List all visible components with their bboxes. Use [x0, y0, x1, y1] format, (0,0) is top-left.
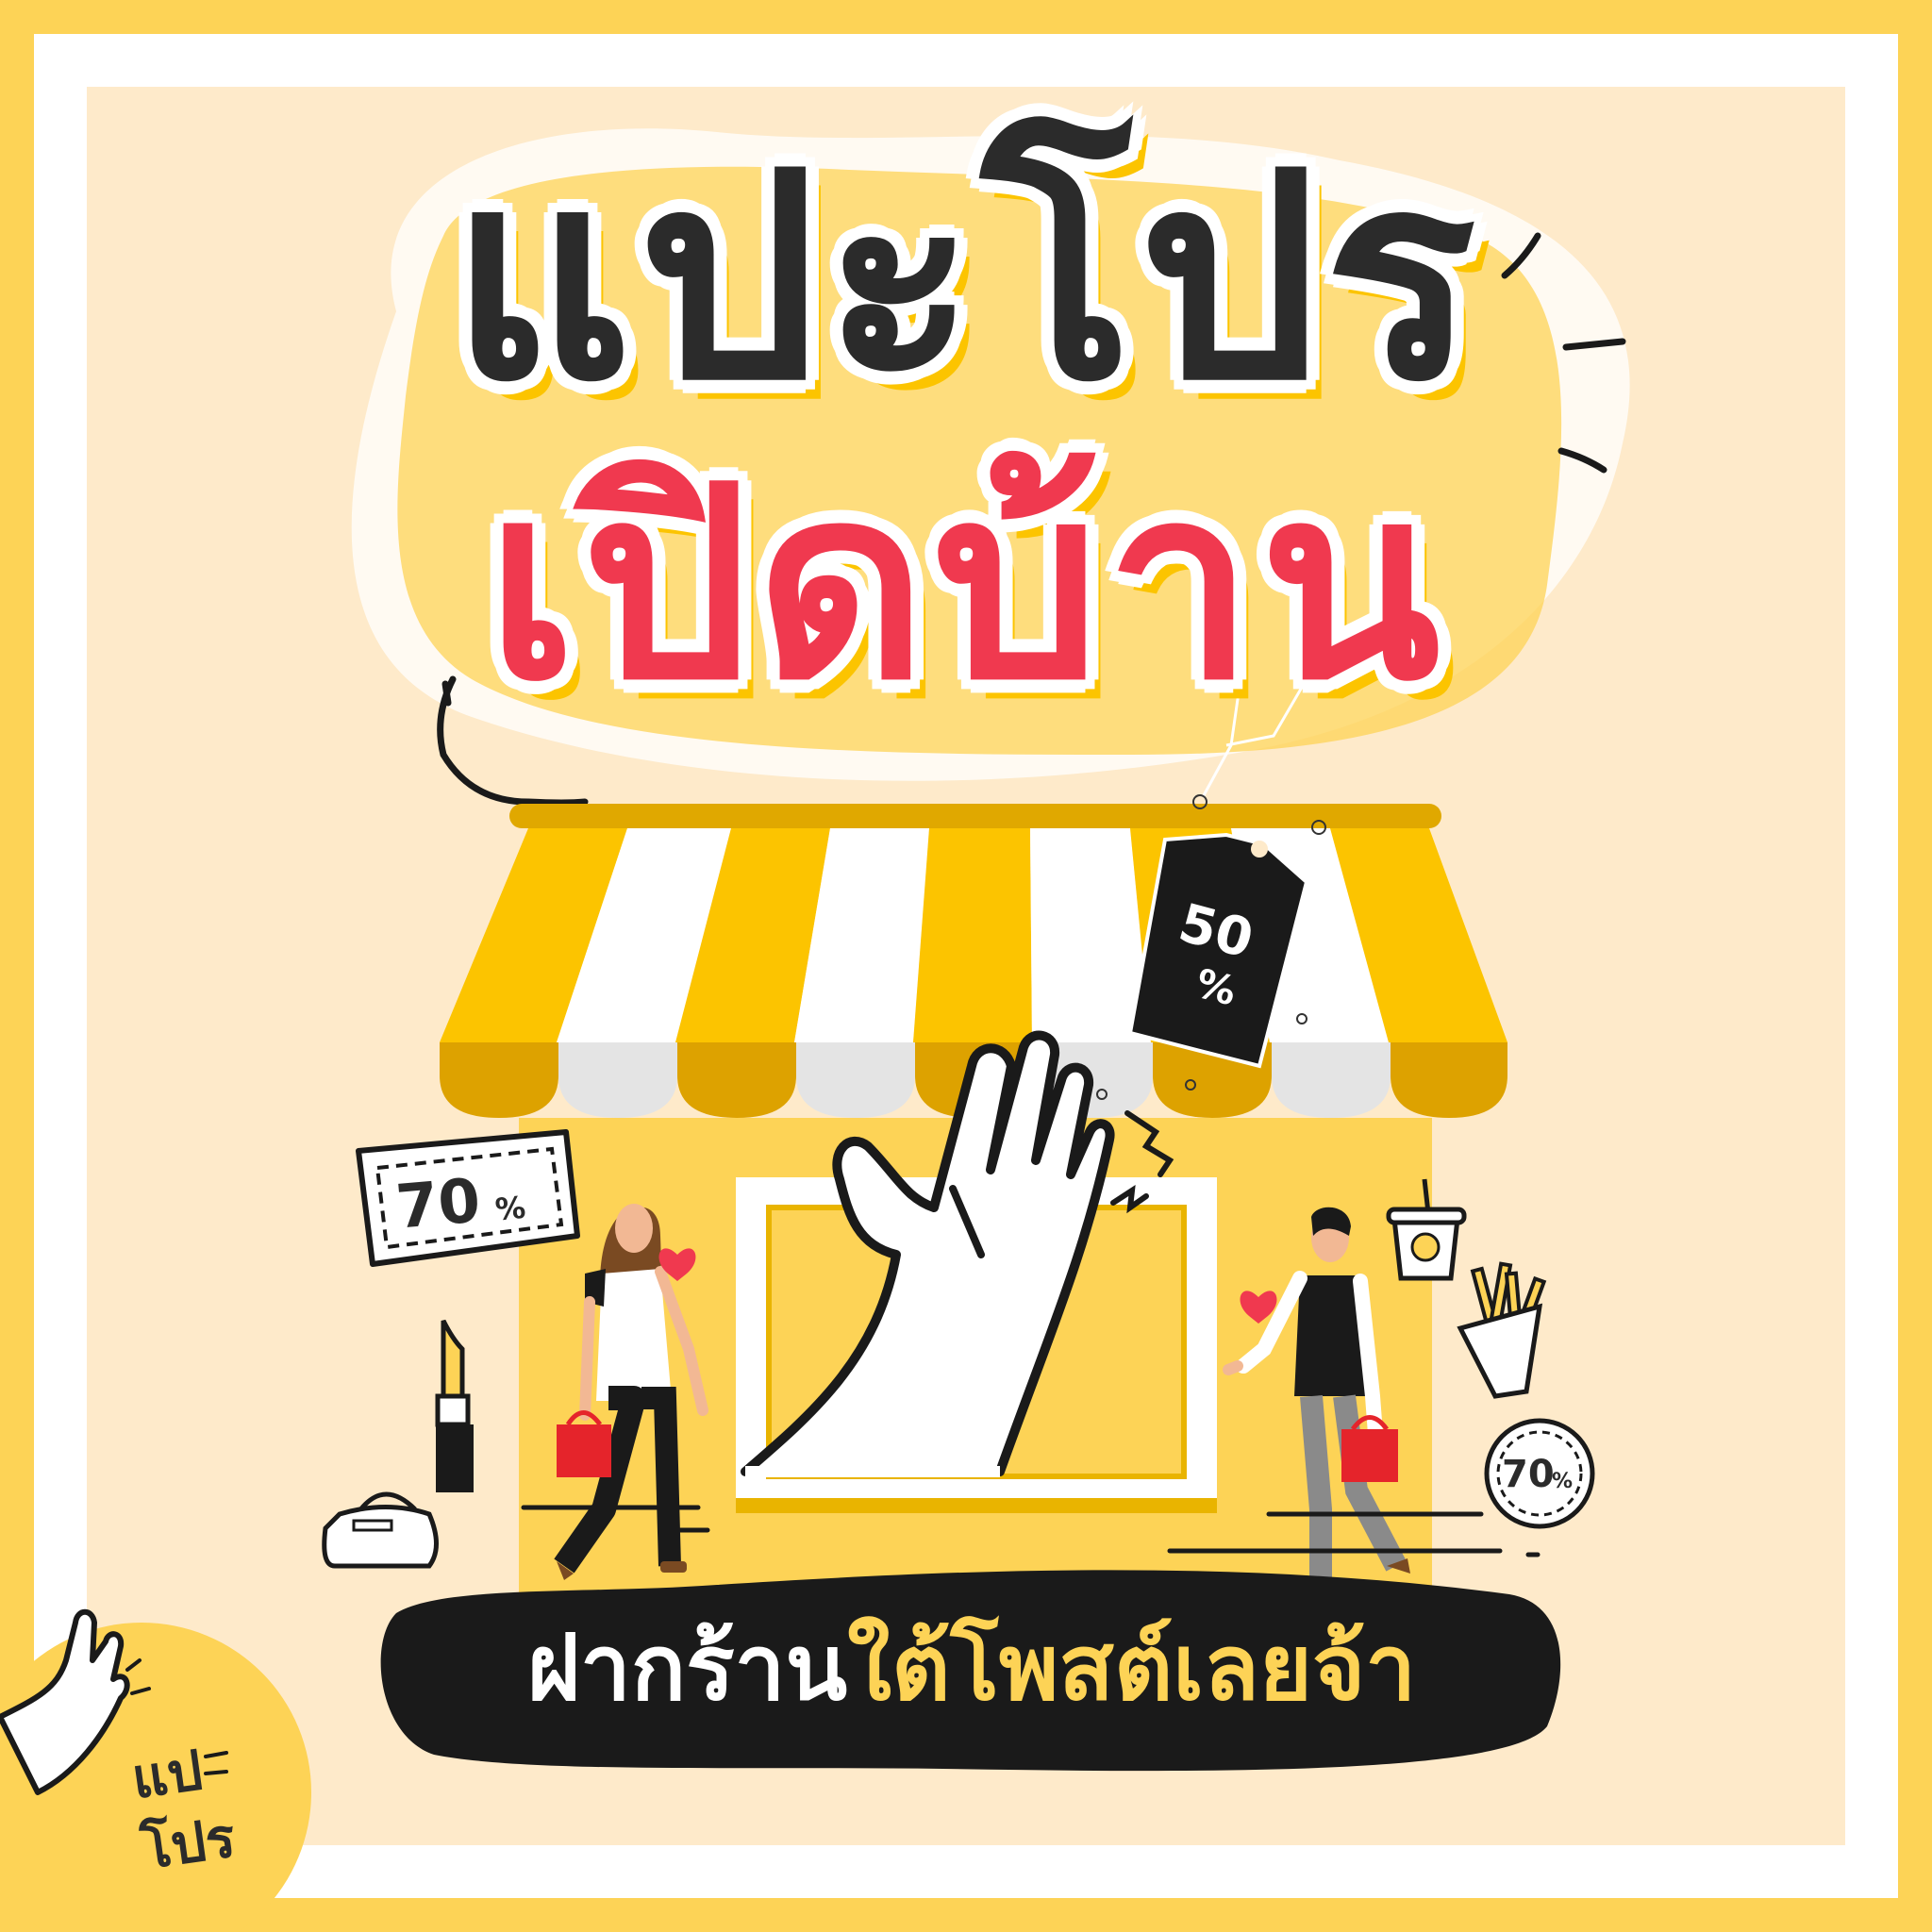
title-line-2: เปิดบ้าน — [486, 431, 1446, 739]
logo-line-1: แป — [127, 1738, 207, 1811]
coupon-right-value: 70 — [1502, 1453, 1555, 1496]
shop-window-sill — [736, 1498, 1217, 1513]
fries-icon — [1457, 1261, 1547, 1399]
title-line-1: แปะโปร — [450, 113, 1482, 442]
handbag-icon — [322, 1491, 439, 1569]
cta-part-2: ใต้โพสต์เลยจ้า — [847, 1615, 1417, 1721]
coupon-right-unit: % — [1552, 1470, 1574, 1493]
coupon-left-value: 70 — [392, 1166, 484, 1243]
call-to-action: ฝากร้านใต้โพสต์เลยจ้า — [387, 1623, 1557, 1713]
coupon-left-unit: % — [493, 1189, 527, 1228]
cta-part-1: ฝากร้าน — [526, 1615, 848, 1721]
awning-top-bar — [509, 804, 1441, 828]
promo-poster: แปะโปร เปิดบ้าน 50 % 70 % 70 % ฝากร้านใต… — [0, 0, 1932, 1932]
lipstick-icon — [435, 1319, 474, 1492]
logo-line-2: โปร — [137, 1805, 240, 1882]
